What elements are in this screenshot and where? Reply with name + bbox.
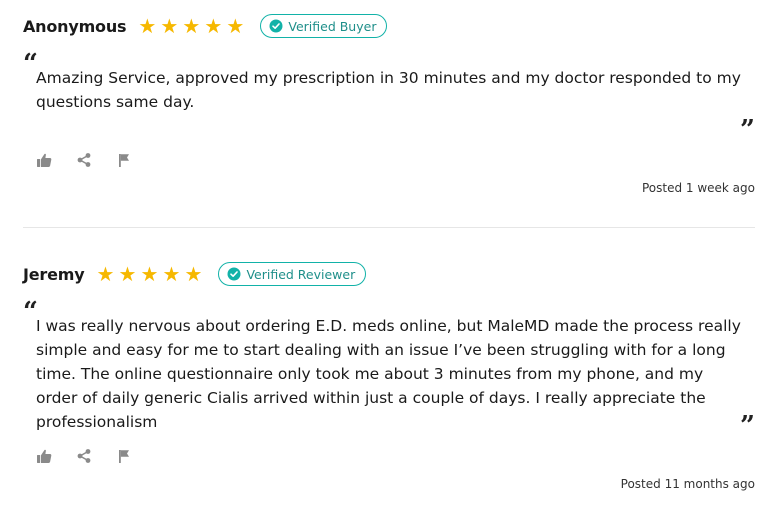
close-quote-icon: ”	[740, 115, 755, 145]
star-rating: ★ ★ ★ ★ ★	[136, 16, 246, 36]
star-icon: ★	[138, 14, 157, 38]
posted-time: Posted 11 months ago	[620, 477, 755, 491]
review-text: Amazing Service, approved my prescriptio…	[36, 69, 741, 111]
check-circle-icon	[227, 267, 241, 281]
badge-label: Verified Buyer	[288, 18, 377, 34]
review-actions	[36, 446, 156, 466]
close-quote-icon: ”	[740, 411, 755, 441]
review-header: Jeremy ★ ★ ★ ★ ★ Verified Reviewer	[23, 260, 755, 288]
flag-icon	[119, 450, 129, 463]
reviewer-name: Jeremy	[23, 264, 85, 284]
star-icon: ★	[160, 14, 179, 38]
posted-time: Posted 1 week ago	[641, 181, 755, 195]
review-text: I was really nervous about ordering E.D.…	[36, 317, 741, 431]
reviewer-name: Anonymous	[23, 16, 127, 36]
star-icon: ★	[140, 262, 159, 286]
share-button[interactable]	[76, 446, 116, 466]
star-icon: ★	[162, 262, 181, 286]
verified-badge: Verified Buyer	[260, 14, 388, 38]
star-icon: ★	[184, 262, 203, 286]
badge-label: Verified Reviewer	[246, 266, 356, 282]
thumbs-up-icon	[37, 153, 52, 167]
review-card: Anonymous ★ ★ ★ ★ ★ Verified Buyer “ Ama…	[23, 12, 755, 195]
flag-button[interactable]	[116, 150, 156, 170]
thumbs-up-icon	[37, 449, 52, 463]
star-icon: ★	[204, 14, 223, 38]
star-icon: ★	[96, 262, 115, 286]
star-icon: ★	[118, 262, 137, 286]
thumbs-up-button[interactable]	[36, 150, 76, 170]
review-divider	[23, 227, 755, 228]
star-icon: ★	[226, 14, 245, 38]
share-button[interactable]	[76, 150, 116, 170]
thumbs-up-button[interactable]	[36, 446, 76, 466]
verified-badge: Verified Reviewer	[218, 262, 367, 286]
review-header: Anonymous ★ ★ ★ ★ ★ Verified Buyer	[23, 12, 755, 40]
share-icon	[77, 153, 91, 167]
check-circle-icon	[269, 19, 283, 33]
star-rating: ★ ★ ★ ★ ★	[94, 264, 204, 284]
review-actions	[36, 150, 156, 170]
star-icon: ★	[182, 14, 201, 38]
share-icon	[77, 449, 91, 463]
flag-button[interactable]	[116, 446, 156, 466]
flag-icon	[119, 154, 129, 167]
review-card: Jeremy ★ ★ ★ ★ ★ Verified Reviewer “ I w…	[23, 260, 755, 491]
